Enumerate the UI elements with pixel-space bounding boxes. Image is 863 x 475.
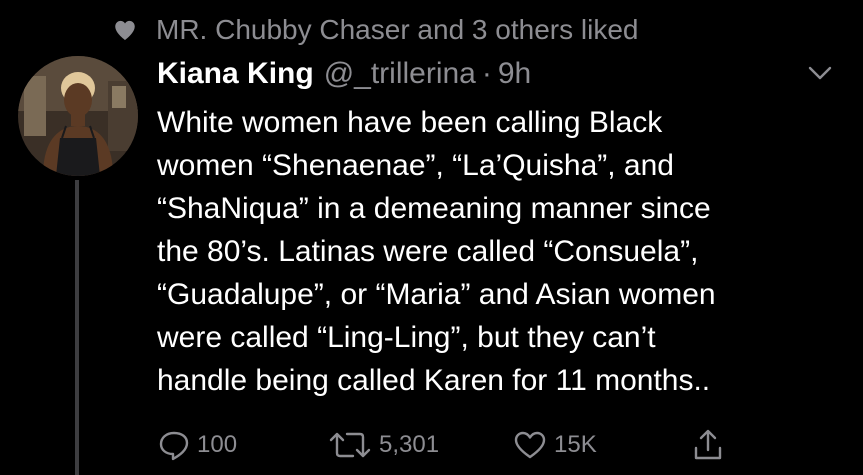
reply-icon (159, 431, 189, 461)
chevron-down-icon[interactable] (806, 62, 834, 84)
tweet-text-line: “ShaNiqua” in a demeaning manner since (157, 192, 711, 225)
like-icon (514, 431, 546, 459)
retweet-count: 5,301 (379, 431, 440, 458)
separator-dot: · (481, 57, 492, 90)
social-context[interactable]: MR. Chubby Chaser and 3 others liked (112, 10, 638, 50)
tweet-text-line: were called “Ling-Ling”, but they can’t (157, 321, 656, 354)
tweet-text-line: “Guadalupe”, or “Maria” and Asian women (157, 278, 716, 311)
social-context-text: MR. Chubby Chaser and 3 others liked (156, 14, 639, 45)
tweet-text: White women have been calling Black wome… (157, 101, 837, 402)
share-button[interactable] (692, 425, 730, 465)
tweet-text-line: White women have been calling Black (157, 106, 663, 139)
avatar-image (18, 56, 138, 176)
retweet-icon (329, 432, 371, 458)
author-handle[interactable]: @_trillerina (324, 57, 476, 91)
reply-button[interactable]: 100 (157, 425, 237, 465)
heart-icon (112, 17, 138, 43)
like-button[interactable]: 15K (512, 425, 597, 465)
timestamp[interactable]: 9h (498, 57, 531, 91)
tweet-header: Kiana King @_trillerina · 9h (157, 54, 531, 94)
avatar[interactable] (18, 56, 138, 176)
share-icon (694, 429, 722, 460)
reply-count: 100 (197, 431, 238, 458)
author-name[interactable]: Kiana King (157, 57, 314, 91)
tweet-text-line: the 80’s. Latinas were called “Consuela”… (157, 235, 699, 268)
tweet-text-line: women “Shenaenae”, “La’Quisha”, and (157, 149, 674, 182)
retweet-button[interactable]: 5,301 (327, 425, 439, 465)
tweet-actions: 100 5,301 15K (157, 425, 837, 465)
like-count: 15K (554, 431, 597, 458)
tweet-text-line: handle being called Karen for 11 months.… (157, 364, 711, 397)
thread-line (75, 180, 79, 475)
